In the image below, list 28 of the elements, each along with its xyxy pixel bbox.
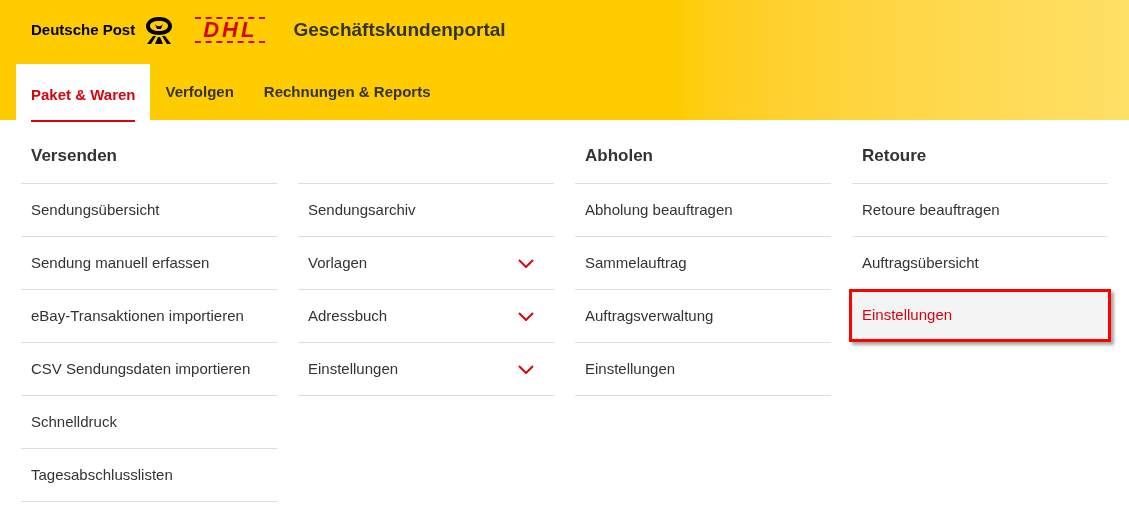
menu-item[interactable]: CSV Sendungsdaten importieren	[21, 343, 277, 396]
menu-item[interactable]: Abholung beauftragen	[575, 184, 831, 237]
column-heading: Retoure	[862, 145, 927, 167]
menu-item[interactable]: Tagesabschlusslisten	[21, 449, 277, 502]
chevron-icon	[518, 258, 534, 268]
menu-item[interactable]: Sendungsarchiv	[298, 184, 554, 237]
chevron-icon	[518, 364, 534, 374]
menu-item[interactable]: Sendung manuell erfassen	[21, 237, 277, 290]
menu-item[interactable]: Einstellungen	[849, 289, 1111, 342]
menu-item[interactable]: Sendungsübersicht	[21, 184, 277, 237]
dhl-logo: DHL	[195, 17, 266, 43]
chevron-icon	[518, 311, 534, 321]
menu-item[interactable]: Einstellungen	[575, 343, 831, 396]
menu-item[interactable]: Auftragsverwaltung	[575, 290, 831, 343]
menu-item[interactable]: Retoure beauftragen	[852, 184, 1108, 237]
nav-tab[interactable]: Rechnungen & Reports	[248, 64, 446, 120]
menu-item[interactable]: Einstellungen	[298, 343, 554, 396]
column-heading: Abholen	[585, 145, 653, 167]
portal-title: Geschäftskundenportal	[293, 17, 506, 42]
column-heading: Versenden	[31, 145, 117, 167]
menu-item[interactable]: Vorlagen	[298, 237, 554, 290]
menu-item[interactable]: Adressbuch	[298, 290, 554, 343]
menu-item[interactable]: Sammelauftrag	[575, 237, 831, 290]
nav-tab[interactable]: Paket & Waren	[16, 64, 151, 120]
nav-tab[interactable]: Verfolgen	[150, 64, 249, 120]
menu-item[interactable]: Schnelldruck	[21, 396, 277, 449]
menu-item[interactable]: eBay-Transaktionen importieren	[21, 290, 277, 343]
brand-name: Deutsche Post	[31, 19, 136, 40]
